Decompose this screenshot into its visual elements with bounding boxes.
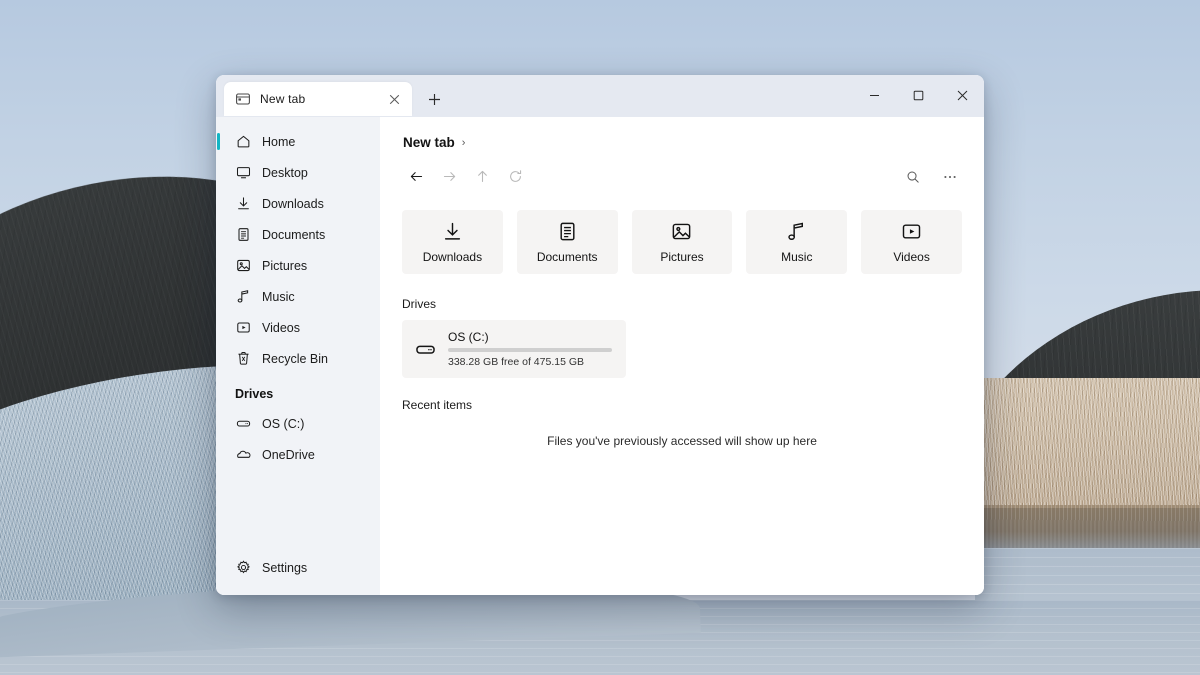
close-button[interactable] <box>940 75 984 115</box>
drive-icon <box>235 416 251 432</box>
tile-videos[interactable]: Videos <box>861 210 962 274</box>
forward-button[interactable] <box>433 162 466 192</box>
video-icon <box>235 320 251 336</box>
sidebar-item-label: Documents <box>262 227 326 242</box>
search-icon <box>906 170 920 184</box>
drive-name: OS (C:) <box>448 330 489 344</box>
document-icon <box>235 227 251 243</box>
file-explorer-window: New tab Home Desktop Downloads Documents… <box>216 75 984 595</box>
sidebar-item-label: Recycle Bin <box>262 351 328 366</box>
download-icon <box>235 196 251 212</box>
window-body: Home Desktop Downloads Documents Picture… <box>216 117 984 595</box>
sidebar-group-drives: Drives <box>235 387 274 401</box>
sidebar-item-desktop[interactable]: Desktop <box>221 157 375 188</box>
sidebar-item-downloads[interactable]: Downloads <box>221 188 375 219</box>
drive-card-os-c[interactable]: OS (C:) 338.28 GB free of 475.15 GB <box>402 320 626 378</box>
sidebar-item-home[interactable]: Home <box>217 126 375 157</box>
refresh-button[interactable] <box>499 162 532 192</box>
tile-label: Downloads <box>422 249 483 264</box>
tile-label: Documents <box>536 249 598 264</box>
desktop-icon <box>235 165 251 181</box>
desktop-wallpaper: New tab Home Desktop Downloads Documents… <box>0 0 1200 675</box>
sidebar-item-label: Music <box>262 289 295 304</box>
sidebar-item-music[interactable]: Music <box>221 281 375 312</box>
sidebar-item-recycle-bin[interactable]: Recycle Bin <box>221 343 375 374</box>
picture-icon <box>671 221 693 243</box>
sidebar-item-label: Settings <box>262 560 308 575</box>
sidebar-item-os-c[interactable]: OS (C:) <box>221 408 375 439</box>
tile-label: Music <box>781 249 813 264</box>
chevron-right-icon: › <box>461 136 466 149</box>
more-options-button[interactable] <box>933 162 966 192</box>
sidebar-item-label: Pictures <box>262 258 308 273</box>
cloud-icon <box>235 447 251 463</box>
minimize-button[interactable] <box>852 75 896 115</box>
tab-new-tab[interactable]: New tab <box>224 82 412 116</box>
tile-music[interactable]: Music <box>746 210 848 274</box>
breadcrumb[interactable]: New tab › <box>380 117 984 150</box>
command-bar <box>380 150 984 192</box>
wallpaper-reeds-reflection <box>975 505 1200 553</box>
picture-icon <box>235 258 251 274</box>
drive-info: OS (C:) 338.28 GB free of 475.15 GB <box>448 330 612 368</box>
sidebar-item-settings[interactable]: Settings <box>221 552 375 583</box>
video-icon <box>901 221 923 243</box>
tile-downloads[interactable]: Downloads <box>402 210 503 274</box>
sidebar-item-label: OneDrive <box>262 447 315 462</box>
sidebar-item-label: OS (C:) <box>262 416 305 431</box>
breadcrumb-current[interactable]: New tab <box>403 135 455 150</box>
wallpaper-reeds <box>975 378 1200 508</box>
home-icon <box>235 134 251 150</box>
tile-documents[interactable]: Documents <box>516 210 618 274</box>
tile-label: Pictures <box>660 249 704 264</box>
sidebar-item-pictures[interactable]: Pictures <box>221 250 375 281</box>
window-controls <box>852 75 984 115</box>
tab-strip: New tab <box>216 75 448 117</box>
drive-icon <box>414 338 436 360</box>
quick-access-tiles: Downloads Documents Pictures Music Video… <box>380 192 984 274</box>
maximize-button[interactable] <box>896 75 940 115</box>
navigation-sidebar: Home Desktop Downloads Documents Picture… <box>216 117 380 595</box>
title-bar[interactable]: New tab <box>216 75 984 117</box>
recent-items-title: Recent items <box>402 398 473 412</box>
tile-label: Videos <box>893 249 930 264</box>
music-icon <box>786 221 808 243</box>
new-tab-button[interactable] <box>420 85 448 113</box>
sidebar-item-onedrive[interactable]: OneDrive <box>221 439 375 470</box>
close-icon[interactable] <box>384 89 404 109</box>
drive-usage-bar <box>448 348 612 352</box>
download-icon <box>441 221 463 243</box>
file-explorer-icon <box>235 91 251 107</box>
music-icon <box>235 289 251 305</box>
gear-icon <box>235 560 251 576</box>
search-button[interactable] <box>896 162 929 192</box>
document-icon <box>556 221 578 243</box>
sidebar-item-documents[interactable]: Documents <box>221 219 375 250</box>
sidebar-item-label: Downloads <box>262 196 324 211</box>
drive-free-space: 338.28 GB free of 475.15 GB <box>448 356 585 368</box>
tile-pictures[interactable]: Pictures <box>631 210 733 274</box>
command-bar-right <box>896 162 966 192</box>
ellipsis-icon <box>942 169 958 185</box>
content-area: New tab › Downloads Documents Pictures M… <box>380 117 984 595</box>
sidebar-item-label: Home <box>262 134 296 149</box>
sidebar-item-label: Desktop <box>262 165 308 180</box>
back-button[interactable] <box>400 162 433 192</box>
tab-label: New tab <box>260 92 306 106</box>
drives-section-title: Drives <box>402 297 437 311</box>
sidebar-item-videos[interactable]: Videos <box>221 312 375 343</box>
sidebar-item-label: Videos <box>262 320 300 335</box>
up-button[interactable] <box>466 162 499 192</box>
recycle-bin-icon <box>235 351 251 367</box>
recent-items-empty-message: Files you've previously accessed will sh… <box>547 434 817 448</box>
